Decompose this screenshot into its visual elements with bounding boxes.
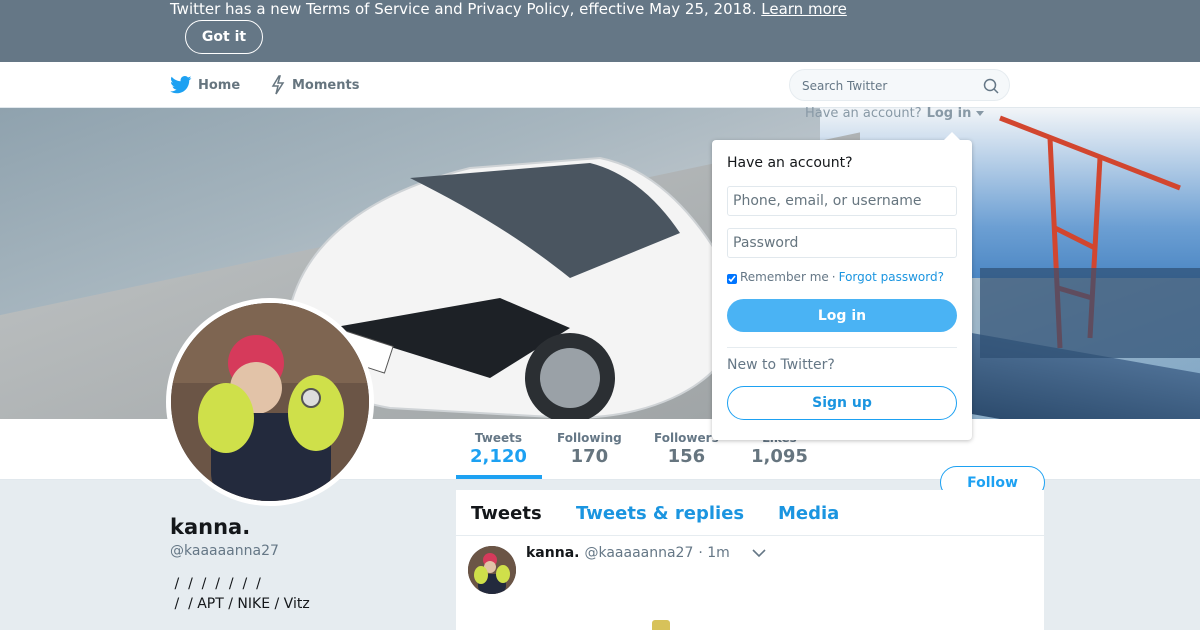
stat-label: Tweets bbox=[474, 431, 523, 445]
tweet-author-name[interactable]: kanna. bbox=[526, 545, 579, 561]
password-field[interactable] bbox=[727, 228, 957, 258]
stat-tweets[interactable]: Tweets 2,120 bbox=[470, 431, 527, 467]
profile-bio: / / / / / / / / / APT / NIKE / Vitz bbox=[174, 576, 310, 612]
nav-moments[interactable]: Moments bbox=[270, 62, 359, 108]
search-box bbox=[789, 69, 1010, 101]
tos-banner-text: Twitter has a new Terms of Service and P… bbox=[170, 0, 847, 18]
learn-more-link[interactable]: Learn more bbox=[761, 0, 847, 18]
active-stat-underline bbox=[456, 475, 542, 479]
timeline: Tweets Tweets & replies Media kanna. @ka… bbox=[456, 490, 1044, 630]
top-nav: Home Moments bbox=[0, 62, 1200, 108]
remember-me-label: Remember me bbox=[740, 270, 829, 284]
tab-tweets-and-replies[interactable]: Tweets & replies bbox=[576, 503, 744, 524]
lightning-icon bbox=[271, 75, 285, 95]
nav-home-label: Home bbox=[198, 77, 241, 93]
have-account-prompt: Have an account? Log in bbox=[805, 106, 984, 121]
stat-followers[interactable]: Followers 156 bbox=[654, 431, 719, 467]
tweet-avatar[interactable] bbox=[468, 546, 516, 594]
stat-label: Followers bbox=[654, 431, 719, 445]
got-it-button[interactable]: Got it bbox=[185, 20, 263, 54]
stat-value: 156 bbox=[667, 446, 706, 467]
stat-value: 2,120 bbox=[470, 446, 527, 467]
username-field[interactable] bbox=[727, 186, 957, 216]
login-dropdown-title: Have an account? bbox=[727, 155, 853, 171]
twitter-bird-icon bbox=[170, 76, 192, 94]
forgot-password-link[interactable]: Forgot password? bbox=[839, 270, 944, 284]
tweet-media-preview[interactable] bbox=[652, 620, 670, 630]
profile-name: kanna. bbox=[170, 515, 251, 539]
remember-me-checkbox[interactable] bbox=[727, 273, 737, 284]
tweet-author-handle[interactable]: @kaaaaanna27 bbox=[584, 545, 693, 561]
tab-tweets[interactable]: Tweets bbox=[471, 503, 542, 524]
tweet-avatar-image bbox=[468, 546, 516, 594]
have-account-text: Have an account? bbox=[805, 106, 922, 121]
remember-row: Remember me · Forgot password? bbox=[727, 270, 944, 284]
tos-banner: Twitter has a new Terms of Service and P… bbox=[0, 0, 1200, 62]
new-to-twitter-text: New to Twitter? bbox=[727, 357, 835, 373]
stat-label: Following bbox=[557, 431, 622, 445]
tweet-header: kanna. @kaaaaanna27 · 1m bbox=[526, 545, 730, 561]
stat-value: 170 bbox=[570, 446, 609, 467]
chevron-down-icon[interactable] bbox=[752, 548, 766, 558]
search-icon[interactable] bbox=[983, 78, 999, 94]
stat-following[interactable]: Following 170 bbox=[557, 431, 622, 467]
profile-handle: @kaaaaanna27 bbox=[170, 543, 279, 559]
tos-banner-message: Twitter has a new Terms of Service and P… bbox=[170, 0, 757, 18]
search-input[interactable] bbox=[802, 76, 972, 96]
signup-button[interactable]: Sign up bbox=[727, 386, 957, 420]
login-dropdown-toggle[interactable]: Log in bbox=[927, 106, 984, 121]
remember-separator: · bbox=[831, 270, 836, 284]
nav-moments-label: Moments bbox=[292, 77, 360, 93]
nav-home[interactable]: Home bbox=[170, 62, 240, 108]
avatar-image bbox=[171, 303, 369, 501]
login-button[interactable]: Log in bbox=[727, 299, 957, 332]
profile-avatar[interactable] bbox=[166, 298, 374, 506]
caret-down-icon bbox=[975, 111, 984, 116]
tweet-timestamp[interactable]: · 1m bbox=[698, 545, 729, 561]
dropdown-divider bbox=[727, 347, 957, 348]
stat-value: 1,095 bbox=[751, 446, 808, 467]
tab-media[interactable]: Media bbox=[778, 503, 839, 524]
crane-graphic bbox=[980, 115, 1200, 358]
login-toggle-label: Log in bbox=[926, 106, 972, 121]
login-dropdown: Have an account? Remember me · Forgot pa… bbox=[712, 132, 972, 440]
timeline-tabs: Tweets Tweets & replies Media bbox=[456, 490, 1044, 536]
